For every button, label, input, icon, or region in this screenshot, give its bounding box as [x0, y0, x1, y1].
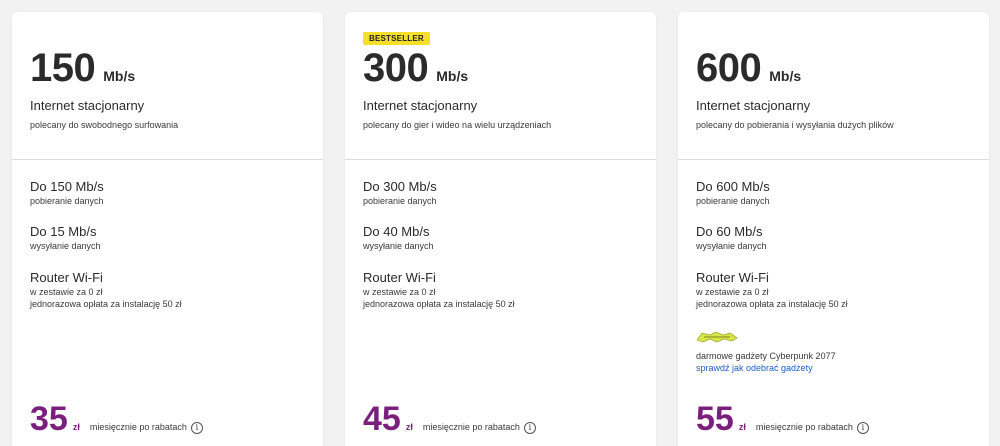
feature-title: Do 15 Mb/s	[30, 224, 97, 239]
feature-desc: jednorazowa opłata za instalację 50 zł	[363, 299, 515, 309]
price-currency: zł	[405, 422, 413, 432]
price-label: miesięcznie po rabatach	[89, 422, 187, 432]
feature-desc: jednorazowa opłata za instalację 50 zł	[696, 299, 848, 309]
plan-price: 45 zł miesięcznie po rabatach i	[363, 400, 536, 438]
plan-title: Internet stacjonarny	[363, 98, 478, 113]
feature-desc: w zestawie za 0 zł	[30, 287, 103, 297]
feature-upload: Do 40 Mb/s wysyłanie danych	[363, 224, 434, 252]
plan-title: Internet stacjonarny	[696, 98, 811, 113]
speed-unit: Mb/s	[103, 68, 136, 84]
plan-speed: 150 Mb/s	[30, 46, 135, 91]
plan-subtitle: polecany do gier i wideo na wielu urządz…	[363, 120, 552, 130]
plan-price: 55 zł miesięcznie po rabatach i	[696, 400, 869, 438]
cyberpunk-promo: darmowe gadżety Cyberpunk 2077 sprawdź j…	[696, 330, 836, 374]
feature-router: Router Wi-Fi w zestawie za 0 zł jednoraz…	[696, 270, 848, 310]
speed-unit: Mb/s	[769, 68, 802, 84]
info-icon[interactable]: i	[856, 422, 869, 434]
price-currency: zł	[72, 422, 80, 432]
feature-desc: w zestawie za 0 zł	[696, 287, 769, 297]
feature-download: Do 150 Mb/s pobieranie danych	[30, 179, 104, 207]
feature-title: Do 40 Mb/s	[363, 224, 430, 239]
feature-upload: Do 60 Mb/s wysyłanie danych	[696, 224, 767, 252]
plan-card-300[interactable]: BESTSELLER 300 Mb/s Internet stacjonarny …	[345, 12, 656, 446]
feature-desc: w zestawie za 0 zł	[363, 287, 436, 297]
info-icon[interactable]: i	[190, 422, 203, 434]
feature-desc: wysyłanie danych	[696, 241, 767, 251]
feature-title: Do 300 Mb/s	[363, 179, 437, 194]
feature-desc: pobieranie danych	[30, 196, 104, 206]
feature-desc: wysyłanie danych	[30, 241, 101, 251]
feature-download: Do 600 Mb/s pobieranie danych	[696, 179, 770, 207]
feature-download: Do 300 Mb/s pobieranie danych	[363, 179, 437, 207]
card-divider	[678, 159, 989, 160]
cyberpunk-logo-icon	[696, 331, 738, 343]
plan-card-150[interactable]: 150 Mb/s Internet stacjonarny polecany do…	[12, 12, 323, 446]
card-divider	[12, 159, 323, 160]
bestseller-badge: BESTSELLER	[363, 32, 430, 45]
price-value: 35	[30, 400, 68, 438]
feature-title: Router Wi-Fi	[363, 270, 436, 285]
feature-router: Router Wi-Fi w zestawie za 0 zł jednoraz…	[363, 270, 515, 310]
plan-card-600[interactable]: 600 Mb/s Internet stacjonarny polecany do…	[678, 12, 989, 446]
speed-value: 150	[30, 46, 96, 90]
plan-subtitle: polecany do pobierania i wysyłania dużyc…	[696, 120, 894, 130]
info-icon[interactable]: i	[523, 422, 536, 434]
plan-speed: 300 Mb/s	[363, 46, 468, 91]
feature-title: Do 60 Mb/s	[696, 224, 763, 239]
speed-value: 600	[696, 46, 762, 90]
feature-desc: pobieranie danych	[696, 196, 770, 206]
feature-title: Router Wi-Fi	[696, 270, 769, 285]
price-currency: zł	[738, 422, 746, 432]
feature-title: Do 150 Mb/s	[30, 179, 104, 194]
price-label: miesięcznie po rabatach	[422, 422, 520, 432]
plan-title: Internet stacjonarny	[30, 98, 145, 113]
plan-subtitle: polecany do swobodnego surfowania	[30, 120, 179, 130]
price-value: 45	[363, 400, 401, 438]
speed-unit: Mb/s	[436, 68, 469, 84]
card-divider	[345, 159, 656, 160]
feature-desc: wysyłanie danych	[363, 241, 434, 251]
speed-value: 300	[363, 46, 429, 90]
feature-desc: jednorazowa opłata za instalację 50 zł	[30, 299, 182, 309]
price-label: miesięcznie po rabatach	[755, 422, 853, 432]
promo-text: darmowe gadżety Cyberpunk 2077	[696, 351, 836, 361]
price-value: 55	[696, 400, 734, 438]
feature-router: Router Wi-Fi w zestawie za 0 zł jednoraz…	[30, 270, 182, 310]
plan-speed: 600 Mb/s	[696, 46, 801, 91]
feature-upload: Do 15 Mb/s wysyłanie danych	[30, 224, 101, 252]
feature-title: Router Wi-Fi	[30, 270, 103, 285]
promo-link[interactable]: sprawdź jak odebrać gadżety	[696, 362, 836, 374]
feature-desc: pobieranie danych	[363, 196, 437, 206]
feature-title: Do 600 Mb/s	[696, 179, 770, 194]
plan-price: 35 zł miesięcznie po rabatach i	[30, 400, 203, 438]
